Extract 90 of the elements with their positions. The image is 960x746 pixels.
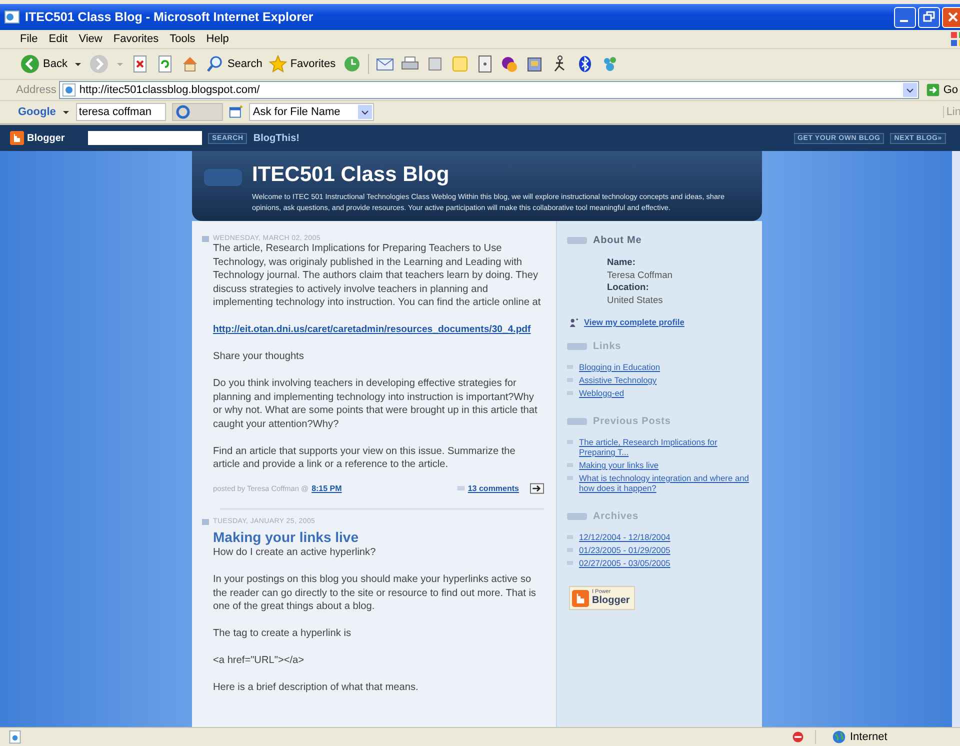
minimize-icon [900, 20, 908, 22]
blog-search-field[interactable] [88, 131, 202, 145]
profile-link[interactable]: View my complete profile [584, 317, 684, 327]
bullet-icon [202, 518, 209, 524]
restore-button[interactable] [918, 6, 940, 28]
sidebar-link[interactable]: 12/12/2004 - 12/18/2004 [579, 532, 670, 542]
arrow-tab-icon [204, 169, 242, 186]
file-name-dropdown[interactable]: Ask for File Name [248, 103, 374, 121]
profile-label: Name: [607, 256, 636, 268]
post-title[interactable]: Making your links live [213, 529, 544, 546]
menu-item[interactable]: File [20, 33, 38, 45]
home-icon[interactable] [181, 55, 200, 73]
arrow-tab-icon [567, 237, 587, 244]
menu-item[interactable]: View [78, 33, 102, 45]
refresh-icon[interactable] [156, 55, 174, 73]
back-button[interactable]: Back [20, 54, 68, 74]
profile-label: Location: [607, 281, 650, 294]
comments-link[interactable]: 13 comments [468, 484, 519, 493]
post-paragraph: The tag to create a hyperlink is [213, 627, 352, 640]
google-logo[interactable]: Google [18, 106, 56, 118]
menu-item[interactable]: Favorites [113, 33, 159, 45]
google-search-icon [176, 105, 190, 119]
arrow-tab-icon [567, 513, 587, 520]
blogger-b-icon [572, 590, 589, 606]
history-icon[interactable] [342, 55, 361, 73]
comment-icon [456, 486, 465, 492]
menu-item[interactable]: Edit [48, 33, 68, 45]
menu-item[interactable]: Tools [170, 33, 196, 45]
menu-item[interactable]: Help [206, 33, 229, 45]
post-paragraph: Here is a brief description of what that means. [213, 681, 420, 694]
messenger-icon[interactable] [500, 55, 519, 73]
address-field[interactable]: http://itec501classblog.blogspot.com/ [59, 81, 920, 99]
device-icon[interactable] [476, 55, 494, 73]
post-paragraph: Share your thoughts [213, 350, 305, 364]
profile-value: Teresa Coffman [607, 268, 674, 281]
sidebar-link[interactable]: Assistive Technology [579, 375, 657, 385]
sidebar-heading: Archives [593, 511, 638, 522]
post-paragraph: Do you think involving teachers in developing effective strategies for planning and implementing technology into instruction is important?Why or why not. What are some points that were brought up in this article that caught your attention?Why? [213, 377, 538, 431]
email-post-icon[interactable] [530, 483, 544, 494]
blog-title: ITEC501 Class Blog [252, 163, 450, 187]
sidebar-heading: Links [593, 341, 622, 352]
page-icon [62, 83, 76, 97]
sidebar-link[interactable]: The article, Research Implications for Preparing T... [579, 437, 752, 457]
security-icon [791, 730, 805, 744]
post-paragraph: Find an article that supports your view on this issue. Summarize the article and provide a link or a reference to the article. [213, 444, 516, 472]
minimize-button[interactable] [894, 6, 916, 28]
window-title: ITEC501 Class Blog - Microsoft Internet Explorer [25, 10, 314, 24]
profile-value: United States [607, 294, 664, 306]
search-button[interactable]: Search [206, 55, 262, 73]
restore-icon [923, 11, 935, 23]
arrow-tab-icon [567, 418, 587, 425]
sidebar-heading: About Me [593, 235, 642, 246]
stop-icon[interactable] [131, 55, 150, 73]
close-icon [947, 11, 959, 23]
blogger-logo[interactable]: Blogger [10, 131, 82, 145]
go-button[interactable]: Go [922, 83, 960, 97]
favorites-button[interactable]: Favorites [269, 55, 336, 73]
sidebar-link[interactable]: Weblogg-ed [579, 388, 624, 398]
dropdown-arrow-icon[interactable] [74, 60, 82, 68]
post-paragraph: The article, Research Implications for Preparing Teachers to Use Technology, was originaly published in the Learning and Leading with Technology journal. The authors claim that teachers learn by doing. They discuss strategies to actively involve teachers in planning and implementing technology into instruction. You can find the article online at [213, 242, 542, 310]
close-button[interactable] [942, 6, 960, 28]
sidebar-link[interactable]: 01/23/2005 - 01/29/2005 [579, 545, 670, 555]
star-icon [269, 55, 288, 73]
google-search-button[interactable] [172, 103, 223, 121]
sidebar-link[interactable]: 02/27/2005 - 03/05/2005 [579, 558, 670, 568]
post-paragraph: How do I create an active hyperlink? [213, 546, 377, 560]
browser-page-icon [4, 9, 20, 25]
sidebar-link[interactable]: What is technology integration and where and how does it happen? [579, 473, 752, 493]
sidebar-link[interactable]: Blogging in Education [579, 362, 660, 372]
dropdown-arrow-icon[interactable] [62, 108, 70, 116]
sidebar-heading: Previous Posts [593, 416, 671, 427]
blog-this-link[interactable]: BlogThis! [253, 132, 300, 144]
search-icon [206, 55, 224, 73]
address-label: Address [16, 84, 56, 96]
post-paragraph: In your postings on this blog you should make your hyperlinks active so the reader can go directly to the site or resource to find out more. That is one of the great things about a blog. [213, 573, 537, 614]
popup-blocker-icon[interactable] [228, 105, 243, 119]
zone-label: Internet [850, 731, 888, 743]
bullet-icon [202, 236, 209, 242]
person-icon [569, 318, 578, 326]
scrollbar[interactable] [952, 151, 960, 727]
arrow-tab-icon [567, 343, 587, 350]
photo-album-icon[interactable] [526, 55, 544, 73]
post-paragraph: <a href="URL"></a> [213, 654, 306, 668]
google-search-field[interactable]: teresa coffman [76, 103, 166, 121]
post-time-link[interactable]: 8:15 PM [312, 484, 342, 493]
sidebar-link[interactable]: Making your links live [579, 460, 659, 470]
article-link[interactable]: http://eit.otan.dni.us/caret/caretadmin/resources_documents/30_4.pdf [213, 323, 544, 336]
blogger-b-icon [10, 131, 24, 145]
page-icon [8, 730, 22, 744]
globe-icon [832, 730, 846, 744]
